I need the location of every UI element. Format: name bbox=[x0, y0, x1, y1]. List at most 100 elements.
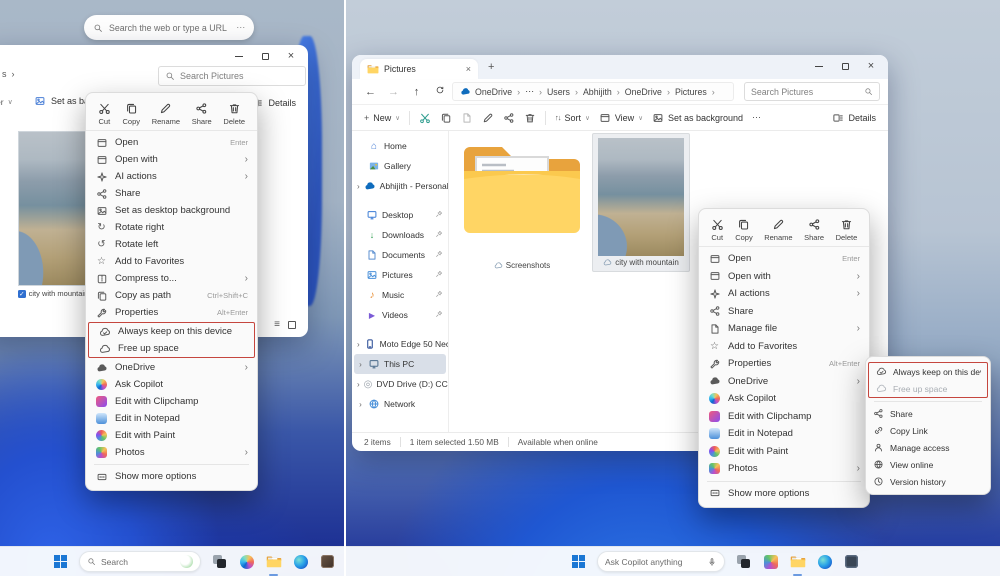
menu-item-share[interactable]: Share bbox=[86, 185, 257, 202]
new-tab-button[interactable]: + bbox=[488, 61, 494, 73]
share-button[interactable] bbox=[503, 112, 515, 124]
submenu-item-manage-access[interactable]: Manage access bbox=[866, 439, 990, 456]
menu-item-free-up-space[interactable]: Free up space bbox=[89, 340, 254, 357]
menu-item-onedrive[interactable]: OneDrive› bbox=[699, 373, 869, 391]
start-button[interactable] bbox=[570, 553, 587, 570]
menu-item-compress-to[interactable]: Compress to...› bbox=[86, 270, 257, 287]
submenu-item-version-history[interactable]: Version history bbox=[866, 473, 990, 490]
file-tile-city-with-mountain[interactable]: city with mountain bbox=[592, 133, 690, 272]
submenu-item-view-online[interactable]: View online bbox=[866, 456, 990, 473]
task-view-button[interactable] bbox=[735, 553, 752, 570]
expander-icon[interactable]: › bbox=[357, 182, 360, 191]
maximize-button[interactable] bbox=[256, 49, 274, 63]
file-tile-screenshots[interactable]: Screenshots bbox=[457, 135, 587, 270]
submenu-item-always-keep-on-this-device[interactable]: Always keep on this device bbox=[869, 363, 987, 380]
menu-item-ai-actions[interactable]: AI actions› bbox=[86, 168, 257, 185]
more-icon[interactable]: ⋯ bbox=[752, 112, 761, 123]
close-button[interactable]: × bbox=[862, 59, 880, 73]
web-search-widget[interactable]: Search the web or type a URL ⋯ bbox=[84, 15, 254, 40]
menu-item-open-with[interactable]: Open with› bbox=[699, 268, 869, 286]
menu-item-edit-in-notepad[interactable]: Edit in Notepad bbox=[86, 410, 257, 427]
sidebar-item-documents[interactable]: Documents bbox=[354, 245, 446, 265]
close-button[interactable]: × bbox=[282, 49, 300, 63]
details-button[interactable]: Details bbox=[832, 112, 876, 124]
breadcrumb-ellipsis[interactable]: ⋯ bbox=[525, 86, 534, 97]
menu-item-set-as-desktop-background[interactable]: Set as desktop background bbox=[86, 202, 257, 219]
paste-button[interactable] bbox=[461, 112, 473, 124]
copilot-search[interactable]: Ask Copilot anything bbox=[597, 551, 725, 572]
menu-item-properties[interactable]: PropertiesAlt+Enter bbox=[699, 355, 869, 373]
menu-item-edit-with-paint[interactable]: Edit with Paint bbox=[86, 427, 257, 444]
sidebar-item-home[interactable]: ⌂Home bbox=[354, 136, 446, 156]
view-button[interactable]: View∨ bbox=[599, 112, 643, 124]
sidebar-item-videos[interactable]: ▶Videos bbox=[354, 305, 446, 325]
sidebar-item-music[interactable]: ♪Music bbox=[354, 285, 446, 305]
copy-button[interactable]: Copy bbox=[123, 102, 141, 126]
submenu-item-share[interactable]: Share bbox=[866, 405, 990, 422]
menu-item-copy-as-path[interactable]: Copy as pathCtrl+Shift+C bbox=[86, 287, 257, 304]
menu-item-ask-copilot[interactable]: Ask Copilot bbox=[86, 376, 257, 393]
menu-item-always-keep-on-this-device[interactable]: Always keep on this device bbox=[89, 323, 254, 340]
file-explorer-button[interactable] bbox=[789, 553, 806, 570]
menu-item-rotate-left[interactable]: ↺Rotate left bbox=[86, 236, 257, 253]
menu-item-open[interactable]: OpenEnter bbox=[86, 134, 257, 151]
breadcrumb-pictures[interactable]: Pictures bbox=[675, 87, 707, 97]
sidebar-item-desktop[interactable]: Desktop bbox=[354, 205, 446, 225]
delete-button[interactable] bbox=[524, 112, 536, 124]
menu-item-edit-with-clipchamp[interactable]: Edit with Clipchamp bbox=[699, 408, 869, 426]
refresh-icon[interactable] bbox=[429, 85, 450, 98]
search-input[interactable]: Search Pictures bbox=[158, 66, 306, 86]
app-button[interactable] bbox=[319, 553, 336, 570]
file-tile-city-with-mountains[interactable]: ✓ city with mountains bbox=[18, 131, 92, 298]
menu-item-open[interactable]: OpenEnter bbox=[699, 250, 869, 268]
copy-button[interactable]: Copy bbox=[735, 218, 753, 242]
minimize-button[interactable] bbox=[230, 49, 248, 63]
edge-button[interactable] bbox=[816, 553, 833, 570]
menu-item-show-more-options[interactable]: Show more options bbox=[699, 485, 869, 503]
sidebar-item-onedrive-personal[interactable]: ›Abhijith - Personal bbox=[354, 176, 446, 196]
app-button[interactable] bbox=[843, 553, 860, 570]
sort-button[interactable]: ↑↓Sort∨ bbox=[555, 113, 590, 123]
up-icon[interactable]: ↑ bbox=[406, 86, 427, 98]
tab-pictures[interactable]: Pictures × bbox=[360, 59, 478, 79]
breadcrumb-users[interactable]: Users bbox=[547, 87, 570, 97]
sidebar-item-this-pc[interactable]: ›This PC bbox=[354, 354, 446, 374]
menu-item-open-with[interactable]: Open with› bbox=[86, 151, 257, 168]
submenu-item-copy-link[interactable]: Copy Link bbox=[866, 422, 990, 439]
new-button[interactable]: +New∨ bbox=[364, 113, 400, 123]
breadcrumb[interactable]: OneDrive› ⋯› Users› Abhijith› OneDrive› … bbox=[452, 82, 734, 101]
menu-item-edit-in-notepad[interactable]: Edit in Notepad bbox=[699, 425, 869, 443]
menu-item-share[interactable]: Share bbox=[699, 303, 869, 321]
rename-button[interactable] bbox=[482, 112, 494, 124]
photos-button[interactable] bbox=[762, 553, 779, 570]
share-button[interactable]: Share bbox=[192, 102, 212, 126]
back-icon[interactable]: ← bbox=[360, 86, 381, 98]
breadcrumb-onedrive[interactable]: OneDrive bbox=[475, 87, 512, 97]
menu-item-photos[interactable]: Photos› bbox=[86, 444, 257, 461]
taskbar-search[interactable]: Search bbox=[79, 551, 201, 572]
menu-item-add-to-favorites[interactable]: ☆Add to Favorites bbox=[86, 253, 257, 270]
submenu-item-free-up-space[interactable]: Free up space bbox=[869, 380, 987, 397]
sidebar-item-dvd-drive[interactable]: ›◎DVD Drive (D:) CCC bbox=[354, 374, 446, 394]
forward-icon[interactable]: → bbox=[383, 86, 404, 98]
sidebar-item-downloads[interactable]: ↓Downloads bbox=[354, 225, 446, 245]
rename-button[interactable]: Rename bbox=[764, 218, 792, 242]
delete-button[interactable]: Delete bbox=[836, 218, 858, 242]
sidebar-item-network[interactable]: ›Network bbox=[354, 394, 446, 414]
more-icon[interactable]: ⋯ bbox=[236, 22, 245, 33]
breadcrumb-abhijith[interactable]: Abhijith bbox=[583, 87, 612, 97]
menu-item-ai-actions[interactable]: AI actions› bbox=[699, 285, 869, 303]
edge-button[interactable] bbox=[292, 553, 309, 570]
sidebar-item-moto-edge[interactable]: ›Moto Edge 50 Neo bbox=[354, 334, 446, 354]
tab-close-icon[interactable]: × bbox=[466, 64, 471, 74]
menu-item-properties[interactable]: PropertiesAlt+Enter bbox=[86, 304, 257, 321]
set-as-background-button[interactable]: Set as background bbox=[652, 112, 743, 124]
rename-button[interactable]: Rename bbox=[152, 102, 180, 126]
list-view-icon[interactable]: ≡ bbox=[274, 319, 280, 330]
grid-view-icon[interactable] bbox=[288, 321, 296, 329]
start-button[interactable] bbox=[52, 553, 69, 570]
copilot-button[interactable] bbox=[238, 553, 255, 570]
breadcrumb-onedrive2[interactable]: OneDrive bbox=[625, 87, 662, 97]
menu-item-photos[interactable]: Photos› bbox=[699, 460, 869, 478]
task-view-button[interactable] bbox=[211, 553, 228, 570]
